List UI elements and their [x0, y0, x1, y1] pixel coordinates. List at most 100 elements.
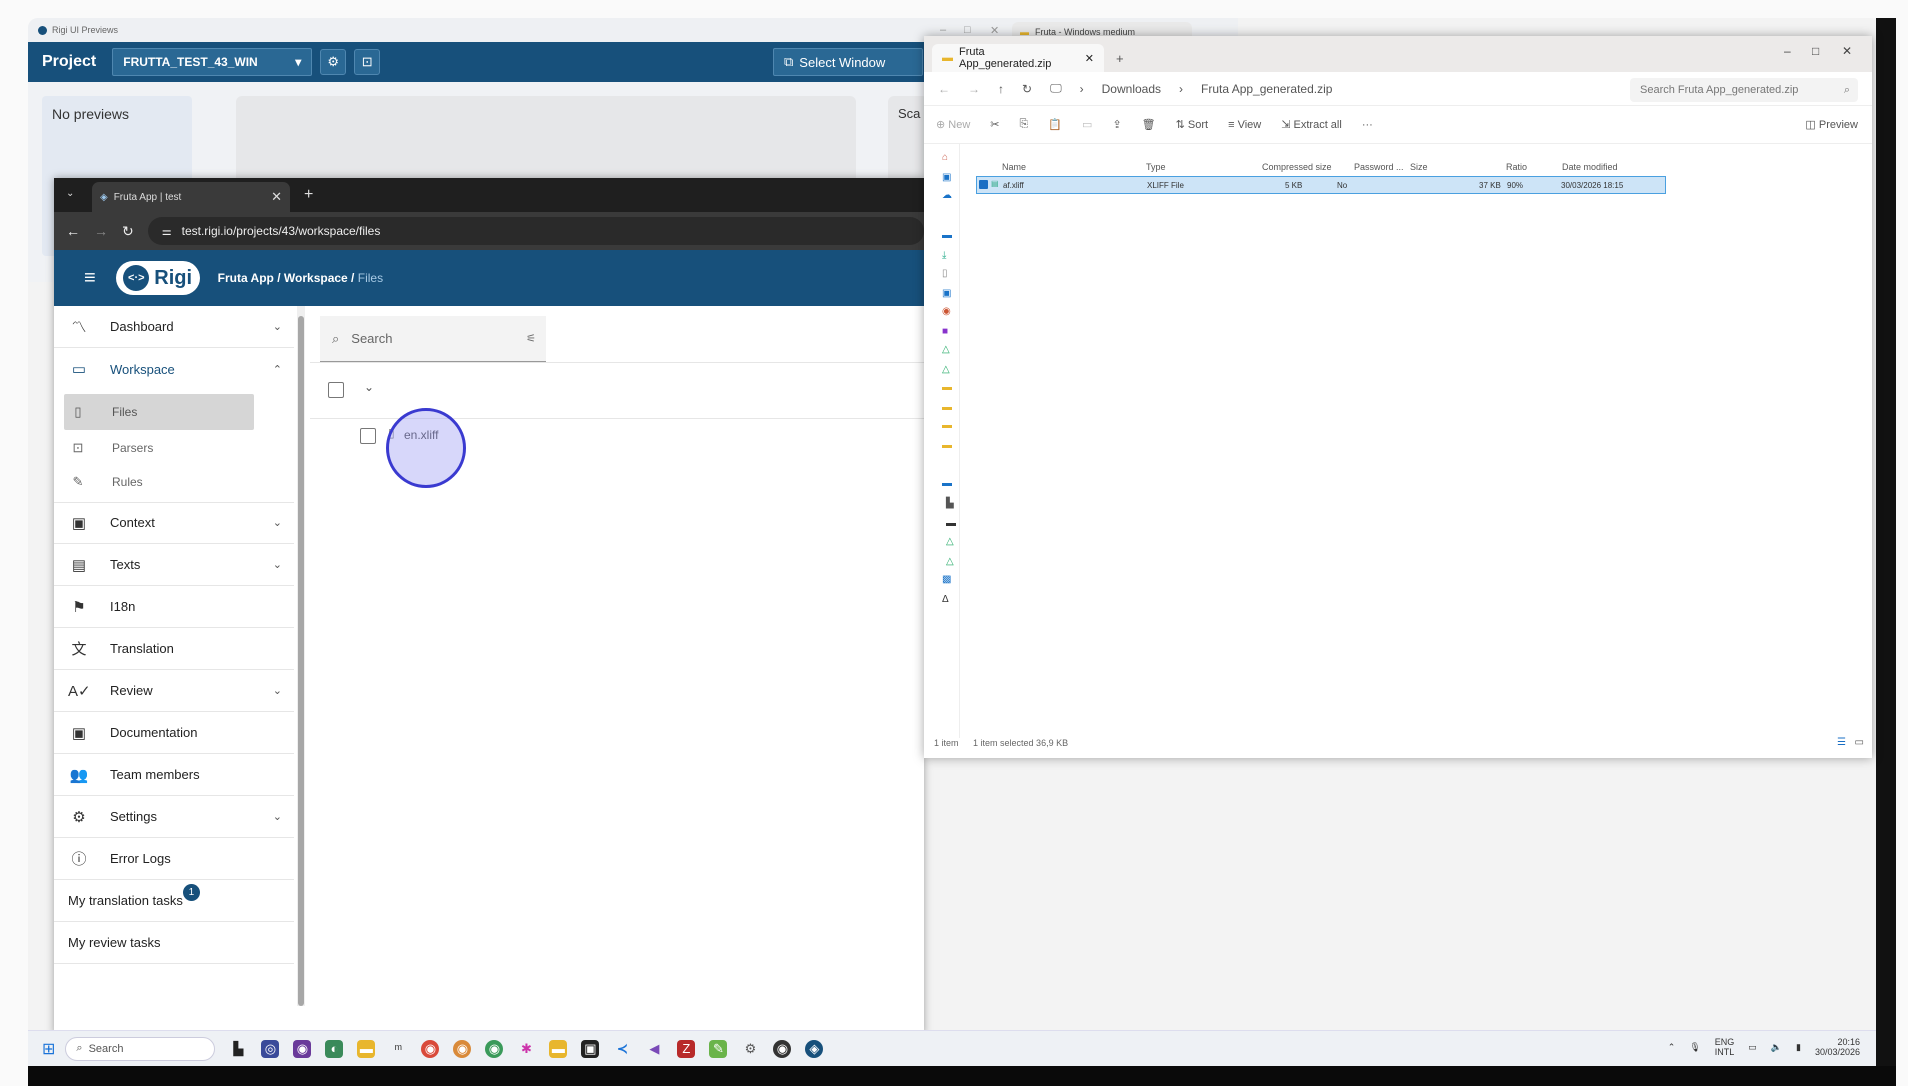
explorer-tab[interactable]: ▬ Fruta App_generated.zip ✕ [932, 44, 1104, 72]
col-header-password[interactable]: Password ... [1354, 162, 1404, 172]
select-menu-chevron-icon[interactable]: ⌄ [364, 380, 374, 394]
pictures-icon[interactable]: ▣ [942, 288, 951, 299]
extract-all-button[interactable]: ⇲ Extract all [1281, 118, 1342, 131]
select-window-button[interactable]: ⧉ Select Window [773, 48, 923, 76]
sidebar-item-dashboard[interactable]: 〽 Dashboard ⌄ [54, 306, 294, 348]
gallery-icon[interactable]: ▣ [942, 172, 951, 183]
reload-icon[interactable]: ↻ [122, 223, 134, 240]
clock[interactable]: 20:16 30/03/2026 [1815, 1037, 1860, 1057]
sidebar-item-translation[interactable]: 文 Translation [54, 628, 294, 670]
sort-button[interactable]: ⇅ Sort [1176, 118, 1208, 131]
chrome-icon[interactable]: ◉ [421, 1039, 440, 1058]
gear-button[interactable]: ⚙ [320, 49, 347, 75]
battery-icon[interactable]: ▮ [1796, 1042, 1801, 1053]
preview-button[interactable]: ◫ Preview [1805, 118, 1858, 131]
paste-icon[interactable]: 📋 [1048, 118, 1062, 131]
downloads-icon[interactable]: ⤓ [942, 250, 946, 261]
chrome-icon[interactable]: ◉ [453, 1039, 472, 1058]
cut-icon[interactable]: ✂ [990, 118, 999, 131]
minimize-icon[interactable]: – [1784, 44, 1791, 58]
sidebar-item-my-translation-tasks[interactable]: My translation tasks 1 [54, 880, 294, 922]
home-icon[interactable]: ⌂ [942, 152, 948, 163]
up-icon[interactable]: ↑ [998, 82, 1004, 96]
chevron-up-icon[interactable]: ⌃ [1668, 1042, 1676, 1053]
maximize-icon[interactable]: □ [1812, 44, 1819, 58]
url-field[interactable]: ⚌ test.rigi.io/projects/43/workspace/fil… [147, 217, 924, 245]
language-indicator[interactable]: ENG INTL [1715, 1037, 1735, 1057]
taskbar-search[interactable]: ⌕ Search [65, 1036, 216, 1061]
file-explorer-icon[interactable]: ▬ [357, 1039, 376, 1058]
file-row[interactable]: ▤ af.xliff XLIFF File 5 KB No 37 KB 90% … [976, 176, 1666, 194]
folder-icon[interactable]: ▬ [942, 382, 952, 393]
folder-icon[interactable]: ▬ [942, 402, 952, 413]
details-view-icon[interactable]: ☰ [1837, 737, 1846, 748]
back-icon[interactable]: ← [938, 82, 950, 96]
forward-icon[interactable]: → [968, 82, 980, 96]
vscode-icon[interactable]: ≺ [613, 1040, 631, 1058]
sidebar-item-files[interactable]: ▯ Files [64, 394, 254, 430]
close-icon[interactable]: ✕ [990, 24, 999, 37]
sidebar-item-documentation[interactable]: ▣ Documentation [54, 712, 294, 754]
screenshot-button[interactable]: ⊡ [354, 49, 381, 75]
col-header-compressed-size[interactable]: Compressed size [1262, 162, 1332, 172]
row-checkbox[interactable] [979, 180, 988, 189]
col-header-name[interactable]: Name [1002, 162, 1026, 172]
sidebar-item-error-logs[interactable]: ⓘ Error Logs [54, 838, 294, 880]
menu-icon[interactable]: ≡ [84, 267, 96, 290]
file-row-checkbox[interactable] [360, 428, 376, 444]
rigi-icon[interactable]: ◈ [805, 1039, 824, 1058]
sidebar-item-rules[interactable]: ✎ Rules [64, 464, 254, 500]
drive-icon[interactable]: △ [946, 536, 954, 547]
col-header-type[interactable]: Type [1146, 162, 1166, 172]
folder-icon[interactable]: ▬ [942, 420, 952, 431]
more-options-button[interactable]: ··· [1362, 119, 1373, 131]
filter-icon[interactable]: ⚟ [526, 332, 536, 345]
music-icon[interactable]: ◉ [942, 306, 951, 317]
delete-icon[interactable]: 🗑 [1142, 118, 1156, 131]
sidebar-item-settings[interactable]: ⚙ Settings ⌄ [54, 796, 294, 838]
sidebar-item-my-review-tasks[interactable]: My review tasks [54, 922, 294, 964]
start-icon[interactable]: ⊞ [42, 1039, 55, 1059]
select-all-checkbox[interactable] [328, 382, 344, 398]
sidebar-item-team-members[interactable]: 👥 Team members [54, 754, 294, 796]
rigi-logo[interactable]: <·> Rigi [115, 261, 200, 295]
disk-icon[interactable]: ▙ [946, 498, 954, 509]
app-icon[interactable]: ◎ [261, 1039, 280, 1058]
breadcrumb-workspace[interactable]: Workspace [284, 271, 348, 285]
sidebar-item-i18n[interactable]: ⚑ I18n [54, 586, 294, 628]
drive-icon[interactable]: △ [942, 344, 950, 355]
dvd-drive-icon[interactable]: ▬ [946, 518, 956, 529]
microphone-icon[interactable]: 🎙 [1689, 1042, 1700, 1053]
sidebar-scrollbar[interactable] [297, 306, 305, 1006]
drive-icon[interactable]: △ [946, 556, 954, 567]
browser-tab[interactable]: ◈ Fruta App | test ✕ [92, 182, 290, 212]
minimize-icon[interactable]: – [940, 24, 946, 36]
sidebar-item-review[interactable]: A✓ Review ⌄ [54, 670, 294, 712]
app-icon[interactable]: ᵐ [389, 1040, 407, 1058]
project-select[interactable]: FRUTTA_TEST_43_WIN ▾ [112, 48, 313, 76]
folder-icon[interactable]: ▬ [549, 1039, 568, 1058]
tab-list-icon[interactable]: ⌄ [66, 188, 74, 199]
linux-icon[interactable]: Δ [942, 594, 949, 605]
path-segment[interactable]: Fruta App_generated.zip [1201, 82, 1332, 96]
chrome-icon[interactable]: ◉ [773, 1039, 792, 1058]
this-pc-icon[interactable]: ▬ [942, 478, 952, 489]
maximize-icon[interactable]: □ [964, 24, 971, 36]
rename-icon[interactable]: ▭ [1082, 118, 1092, 131]
breadcrumb-project[interactable]: Fruta App [218, 271, 274, 285]
documents-icon[interactable]: ▯ [942, 268, 948, 279]
col-header-size[interactable]: Size [1410, 162, 1428, 172]
settings-icon[interactable]: ⚙ [741, 1040, 759, 1058]
app-icon[interactable]: ▣ [581, 1039, 600, 1058]
copy-icon[interactable]: ⎘ [1020, 118, 1029, 131]
col-header-date-modified[interactable]: Date modified [1562, 162, 1618, 172]
path-segment[interactable]: Downloads [1102, 82, 1161, 96]
tiles-view-icon[interactable]: ▭ [1855, 737, 1864, 748]
scrollbar-thumb[interactable] [298, 316, 304, 1006]
visual-studio-icon[interactable]: ◀ [645, 1040, 663, 1058]
folder-icon[interactable]: ▬ [942, 440, 952, 451]
new-tab-icon[interactable]: + [304, 186, 313, 204]
close-tab-icon[interactable]: ✕ [271, 189, 282, 205]
network-icon[interactable]: ▩ [942, 574, 951, 585]
back-icon[interactable]: ← [66, 223, 80, 239]
